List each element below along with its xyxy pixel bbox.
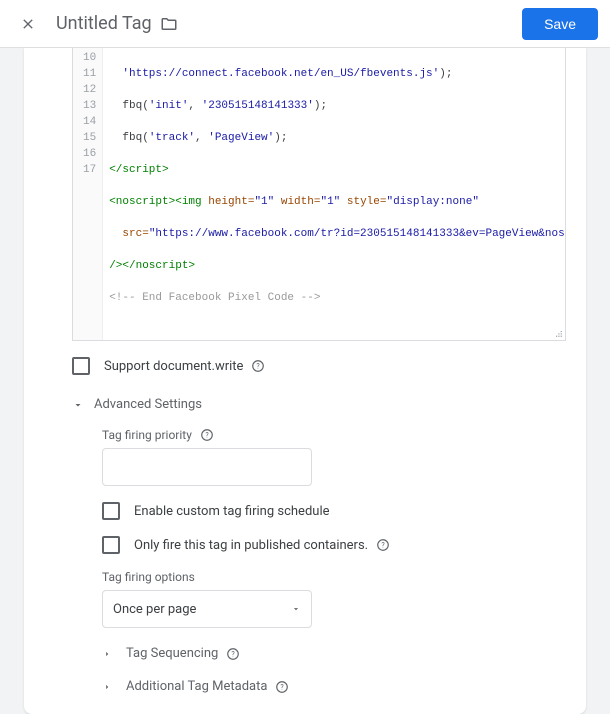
help-icon: ?	[226, 647, 240, 661]
help-icon: ?	[275, 680, 289, 694]
code-editor[interactable]: 10 11 12 13 14 15 16 17 'https://connect…	[72, 48, 566, 341]
help-icon: ?	[251, 359, 265, 373]
code-content[interactable]: 'https://connect.facebook.net/en_US/fbev…	[103, 48, 565, 340]
only-published-checkbox[interactable]	[102, 536, 120, 554]
folder-icon	[160, 15, 178, 33]
tag-sequencing-toggle[interactable]: Tag Sequencing ?	[102, 646, 566, 661]
firing-options-label: Tag firing options	[102, 570, 566, 584]
priority-label: Tag firing priority ?	[102, 428, 566, 442]
chevron-right-icon	[102, 682, 112, 692]
advanced-settings-label: Advanced Settings	[94, 397, 202, 412]
help-button[interactable]: ?	[226, 647, 240, 661]
help-button[interactable]: ?	[275, 680, 289, 694]
svg-text:?: ?	[381, 541, 385, 549]
dialog-header: Untitled Tag Save	[0, 0, 610, 48]
only-published-label: Only fire this tag in published containe…	[134, 538, 368, 553]
svg-text:?: ?	[281, 683, 285, 691]
advanced-settings-body: Tag firing priority ? Enable custom tag …	[24, 416, 586, 706]
additional-metadata-toggle[interactable]: Additional Tag Metadata ?	[102, 679, 566, 694]
svg-text:?: ?	[205, 431, 209, 439]
help-button[interactable]: ?	[376, 538, 390, 552]
help-button[interactable]: ?	[200, 428, 214, 442]
close-button[interactable]	[12, 8, 44, 40]
help-icon: ?	[200, 428, 214, 442]
priority-input[interactable]	[102, 448, 312, 486]
firing-options-select[interactable]: Once per page	[102, 590, 312, 628]
chevron-down-icon	[72, 399, 84, 411]
svg-text:?: ?	[257, 362, 261, 370]
close-icon	[20, 16, 36, 32]
help-icon: ?	[376, 538, 390, 552]
support-docwrite-checkbox[interactable]	[72, 357, 90, 375]
dropdown-icon	[291, 604, 301, 614]
svg-text:?: ?	[232, 650, 236, 658]
code-gutter: 10 11 12 13 14 15 16 17	[73, 48, 103, 340]
help-button[interactable]: ?	[251, 359, 265, 373]
enable-schedule-checkbox[interactable]	[102, 502, 120, 520]
tag-sequencing-label: Tag Sequencing	[126, 646, 218, 661]
firing-options-value: Once per page	[113, 602, 196, 617]
additional-metadata-label: Additional Tag Metadata	[126, 679, 267, 694]
resize-handle[interactable]	[549, 324, 563, 338]
enable-schedule-label: Enable custom tag firing schedule	[134, 504, 330, 519]
advanced-settings-toggle[interactable]: Advanced Settings	[24, 387, 586, 416]
tag-panel: 10 11 12 13 14 15 16 17 'https://connect…	[24, 48, 586, 714]
resize-icon	[549, 324, 563, 338]
support-docwrite-label: Support document.write	[104, 359, 243, 374]
save-button[interactable]: Save	[522, 8, 598, 40]
page-title[interactable]: Untitled Tag	[56, 13, 152, 34]
folder-button[interactable]	[160, 15, 178, 33]
chevron-right-icon	[102, 649, 112, 659]
